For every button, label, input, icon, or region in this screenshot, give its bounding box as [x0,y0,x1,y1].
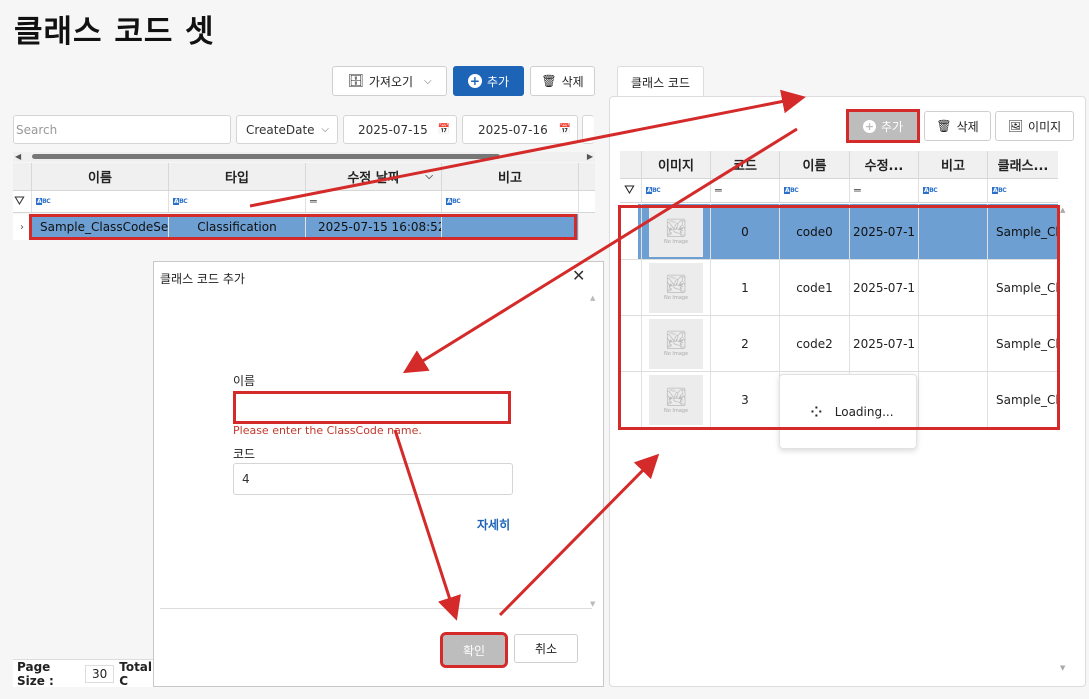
arrow-confirm-to-grid [498,453,660,617]
arrow-name-to-confirm [393,429,461,621]
annotation-arrows [249,89,806,621]
arrow-add-to-name [402,127,798,374]
arrow-row-to-add [249,89,806,208]
